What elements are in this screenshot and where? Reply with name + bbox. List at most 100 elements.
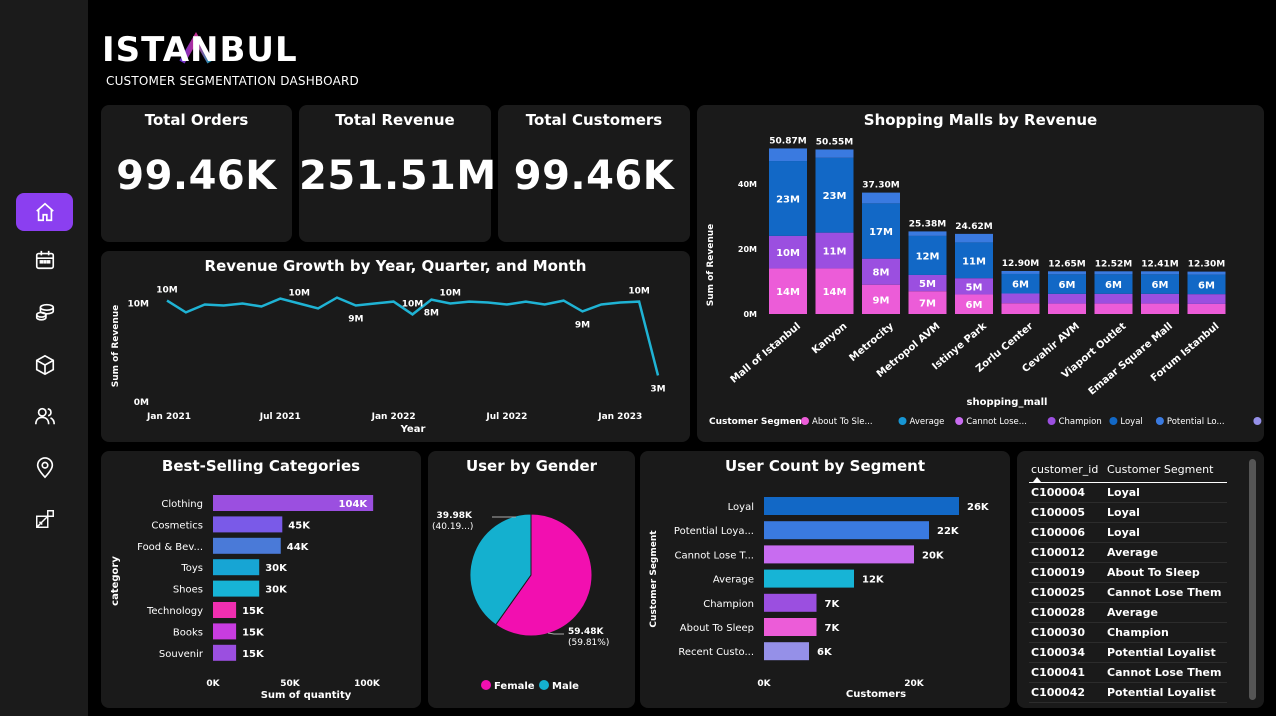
mall-bar-segment[interactable] bbox=[908, 231, 947, 236]
bar-segment-label: 14M bbox=[776, 287, 800, 298]
malls-revenue-chart[interactable]: Sum of Revenue shopping_mall Customer Se… bbox=[697, 105, 1264, 442]
nav-shapes-button[interactable] bbox=[16, 500, 73, 538]
dashboard-canvas: ISTANBUL CUSTOMER SEGMENTATION DASHBOARD… bbox=[88, 0, 1276, 716]
y-tick-label: 0M bbox=[134, 398, 149, 408]
segment-bar[interactable] bbox=[764, 593, 817, 612]
mall-bar-segment[interactable] bbox=[1048, 303, 1086, 314]
cell-segment: Champion bbox=[1107, 626, 1169, 639]
mall-bar-segment[interactable] bbox=[815, 149, 854, 158]
x-axis-label: Year bbox=[400, 424, 426, 435]
bar-total-label: 24.62M bbox=[955, 222, 992, 232]
table-row[interactable]: C100034 Potential Loyalist bbox=[1029, 643, 1227, 663]
table-scrollbar[interactable] bbox=[1249, 459, 1256, 700]
slice-value-label: 59.48K bbox=[568, 627, 604, 637]
kpi-title: Total Orders bbox=[144, 111, 249, 129]
bar-total-label: 12.65M bbox=[1048, 259, 1085, 269]
segment-label: Potential Loya... bbox=[674, 526, 754, 537]
bar-segment-label: 10M bbox=[776, 248, 800, 259]
table-row[interactable]: C100030 Champion bbox=[1029, 623, 1227, 643]
mall-bar-segment[interactable] bbox=[1141, 271, 1179, 275]
bar-total-label: 12.90M bbox=[1002, 259, 1039, 269]
segment-bar[interactable] bbox=[764, 569, 854, 588]
table-row[interactable]: C100041 Cannot Lose Them bbox=[1029, 663, 1227, 683]
bar-total-label: 12.41M bbox=[1141, 259, 1178, 269]
nav-users-button[interactable] bbox=[16, 397, 73, 435]
table-row[interactable]: C100025 Cannot Lose Them bbox=[1029, 583, 1227, 603]
table-row[interactable]: C100042 Potential Loyalist bbox=[1029, 683, 1227, 703]
table-row[interactable]: C100004 Loyal bbox=[1029, 483, 1227, 503]
category-bar[interactable] bbox=[213, 580, 260, 597]
table-row[interactable]: C100012 Average bbox=[1029, 543, 1227, 563]
sidebar bbox=[0, 0, 88, 716]
mall-bar-segment[interactable] bbox=[1048, 271, 1086, 275]
gender-pie-chart[interactable]: 59.48K(59.81%) 39.98K(40.19...) Female Male bbox=[428, 451, 635, 708]
segment-bar[interactable] bbox=[764, 521, 929, 540]
table-header: customer_id Customer Segment bbox=[1029, 461, 1227, 483]
segment-bar[interactable] bbox=[764, 642, 809, 661]
cell-customer-id: C100028 bbox=[1031, 606, 1085, 619]
category-bar[interactable] bbox=[213, 644, 237, 661]
mall-bar-segment[interactable] bbox=[1094, 303, 1133, 314]
segment-bar[interactable] bbox=[764, 497, 959, 515]
mall-bar-segment[interactable] bbox=[1094, 271, 1133, 275]
sort-ascending-icon bbox=[1033, 477, 1041, 482]
column-header-segment[interactable]: Customer Segment bbox=[1107, 463, 1227, 476]
istanbul-logo: ISTANBUL bbox=[102, 30, 297, 70]
mall-bar-segment[interactable] bbox=[1094, 293, 1133, 304]
column-header-customer-id[interactable]: customer_id bbox=[1029, 463, 1107, 476]
mall-bar-segment[interactable] bbox=[1141, 293, 1179, 304]
bar-total-label: 12.52M bbox=[1095, 259, 1132, 269]
nav-home-button[interactable] bbox=[16, 193, 73, 231]
shapes-icon bbox=[35, 510, 54, 528]
bar-value-label: 104K bbox=[339, 499, 369, 510]
table-row[interactable]: C100005 Loyal bbox=[1029, 503, 1227, 523]
mall-bar-segment[interactable] bbox=[769, 148, 807, 162]
bar-value-label: 15K bbox=[242, 649, 265, 660]
nav-box-button[interactable] bbox=[16, 346, 73, 384]
segment-bar[interactable] bbox=[764, 545, 914, 564]
bar-value-label: 26K bbox=[967, 502, 990, 513]
table-row[interactable]: C100019 About To Sleep bbox=[1029, 563, 1227, 583]
nav-coins-button[interactable] bbox=[16, 293, 73, 331]
mall-bar-segment[interactable] bbox=[1187, 271, 1226, 275]
mall-bar-segment[interactable] bbox=[862, 192, 900, 204]
category-bar[interactable] bbox=[213, 623, 237, 640]
table-row[interactable]: C100006 Loyal bbox=[1029, 523, 1227, 543]
bar-segment-label: 9M bbox=[873, 295, 890, 306]
revenue-growth-chart[interactable]: Sum of Revenue Year 0M 10M Jan 2021 Jul 202… bbox=[101, 251, 690, 442]
mall-bar-segment[interactable] bbox=[1141, 303, 1179, 314]
table-row[interactable]: C100028 Average bbox=[1029, 603, 1227, 623]
category-bar[interactable] bbox=[213, 559, 260, 576]
mall-bar-segment[interactable] bbox=[1187, 294, 1226, 304]
nav-location-button[interactable] bbox=[16, 449, 73, 487]
segments-chart[interactable]: Customer Segment Customers Loyal 26K Poten… bbox=[640, 451, 1010, 708]
segment-bar[interactable] bbox=[764, 618, 817, 636]
bar-segment-label: 11M bbox=[823, 247, 847, 258]
mall-bar-segment[interactable] bbox=[1001, 293, 1040, 304]
bar-segment-label: 17M bbox=[869, 227, 893, 238]
legend-swatch bbox=[801, 417, 809, 425]
legend-item: Champion bbox=[1059, 417, 1102, 427]
bar-value-label: 15K bbox=[242, 606, 265, 617]
mall-bar-segment[interactable] bbox=[1001, 303, 1040, 314]
category-bar[interactable] bbox=[213, 516, 283, 533]
mall-bar-segment[interactable] bbox=[1048, 293, 1086, 304]
bar-total-label: 50.55M bbox=[816, 137, 853, 147]
y-axis-label: Sum of Revenue bbox=[111, 305, 121, 388]
category-bar[interactable] bbox=[213, 602, 237, 618]
x-tick-label: Kanyon bbox=[810, 321, 849, 357]
mall-bar-segment[interactable] bbox=[1001, 270, 1040, 274]
legend-swatch bbox=[1155, 417, 1164, 425]
categories-chart[interactable]: category Sum of quantity Clothing 104K Cos… bbox=[101, 451, 421, 708]
bar-total-label: 50.87M bbox=[769, 136, 806, 146]
coins-icon bbox=[35, 303, 54, 321]
category-bar[interactable] bbox=[213, 537, 281, 554]
mall-bar-segment[interactable] bbox=[1187, 303, 1226, 314]
dashboard-subtitle: CUSTOMER SEGMENTATION DASHBOARD bbox=[106, 74, 359, 88]
nav-calendar-button[interactable] bbox=[16, 241, 73, 279]
mall-bar-segment[interactable] bbox=[955, 233, 993, 243]
x-tick-label: Jan 2023 bbox=[597, 412, 642, 422]
bar-segment-label: 5M bbox=[966, 282, 983, 293]
customers-table: customer_id Customer Segment C100004 Loya… bbox=[1029, 461, 1227, 703]
cell-customer-id: C100019 bbox=[1031, 566, 1085, 579]
